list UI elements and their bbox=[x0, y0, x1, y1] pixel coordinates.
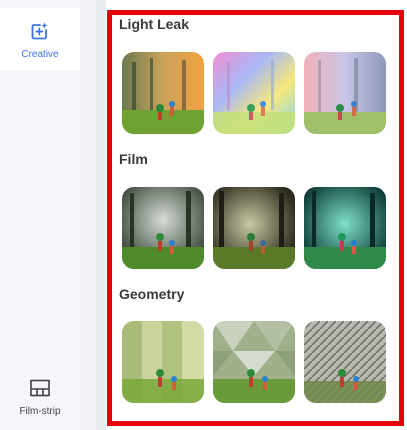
filter-thumb-film-cool[interactable] bbox=[122, 187, 204, 269]
nav-item-creative[interactable]: Creative bbox=[0, 20, 80, 60]
filter-thumb-light-leak-warm[interactable] bbox=[122, 52, 204, 134]
sparkle-frame-icon bbox=[30, 20, 50, 42]
panel-divider bbox=[96, 0, 106, 430]
filter-thumb-film-vintage[interactable] bbox=[213, 187, 295, 269]
film-strip-icon bbox=[30, 377, 50, 399]
filter-thumb-geometry-mosaic[interactable] bbox=[304, 321, 386, 403]
nav-label-creative: Creative bbox=[21, 49, 59, 60]
filter-thumb-light-leak-pastel[interactable] bbox=[304, 52, 386, 134]
nav-label-film-strip: Film-strip bbox=[19, 406, 61, 417]
section-title-film: Film bbox=[119, 151, 148, 167]
section-title-geometry: Geometry bbox=[119, 286, 185, 302]
filter-thumb-geometry-facets[interactable] bbox=[122, 321, 204, 403]
sidebar: Creative Film-strip bbox=[0, 0, 80, 430]
section-title-light-leak: Light Leak bbox=[119, 16, 190, 32]
filter-thumb-geometry-triangles[interactable] bbox=[213, 321, 295, 403]
filter-thumb-film-teal[interactable] bbox=[304, 187, 386, 269]
nav-item-film-strip[interactable]: Film-strip bbox=[0, 377, 80, 417]
filter-thumb-light-leak-rainbow[interactable] bbox=[213, 52, 295, 134]
